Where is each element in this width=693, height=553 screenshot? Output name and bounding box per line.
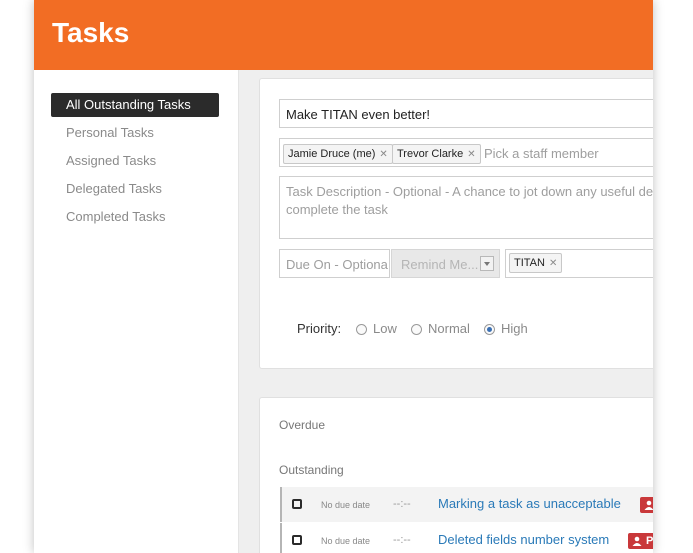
task-row: No due date --:-- Deleted fields number … xyxy=(280,523,653,553)
task-title-link[interactable]: Deleted fields number system xyxy=(438,532,609,547)
task-complete-checkbox[interactable] xyxy=(292,535,302,545)
priority-low-label[interactable]: Low xyxy=(373,321,397,336)
task-title-input[interactable]: Make TITAN even better! xyxy=(279,99,653,128)
close-icon[interactable]: ✕ xyxy=(467,149,475,160)
priority-label: Priority: xyxy=(297,321,342,336)
close-icon[interactable]: ✕ xyxy=(379,149,387,160)
staff-tag: Jamie Druce (me) ✕ xyxy=(283,144,393,164)
sidebar-item-personal[interactable]: Personal Tasks xyxy=(51,121,219,145)
task-due-date: No due date xyxy=(321,536,371,546)
sidebar-item-assigned[interactable]: Assigned Tasks xyxy=(51,149,219,173)
sidebar: All Outstanding Tasks Personal Tasks Ass… xyxy=(34,70,239,553)
staff-picker-placeholder: Pick a staff member xyxy=(484,146,599,161)
staff-tag-label: Trevor Clarke xyxy=(397,148,464,160)
new-task-form: Make TITAN even better! Jamie Druce (me)… xyxy=(259,78,653,369)
outstanding-heading: Outstanding xyxy=(279,463,344,477)
priority-normal-label[interactable]: Normal xyxy=(428,321,470,336)
page-title: Tasks xyxy=(52,17,130,48)
due-date-input[interactable]: Due On - Optiona xyxy=(279,249,390,278)
description-placeholder-line: Task Description - Optional - A chance t… xyxy=(286,184,653,199)
assignee-badge: P xyxy=(628,533,653,549)
task-due-time: --:-- xyxy=(393,498,411,510)
task-due-time: --:-- xyxy=(393,534,411,546)
priority-normal-radio[interactable] xyxy=(411,324,422,335)
priority-low-radio[interactable] xyxy=(356,324,367,335)
app-header: Tasks xyxy=(34,0,653,70)
chevron-down-icon[interactable] xyxy=(480,256,494,271)
staff-tag-label: Jamie Druce (me) xyxy=(288,148,376,160)
main-content: Make TITAN even better! Jamie Druce (me)… xyxy=(239,70,653,553)
project-picker[interactable]: TITAN ✕ xyxy=(505,249,653,278)
tasks-app-window: Tasks All Outstanding Tasks Personal Tas… xyxy=(34,0,653,553)
remind-me-label: Remind Me... xyxy=(401,257,479,272)
task-lists-panel: Overdue Outstanding No due date --:-- Ma… xyxy=(259,397,653,553)
staff-picker[interactable]: Jamie Druce (me) ✕ Trevor Clarke ✕ Pick a … xyxy=(279,138,653,167)
assignee-badge xyxy=(640,497,653,513)
project-tag-label: TITAN xyxy=(514,257,545,269)
task-title-link[interactable]: Marking a task as unacceptable xyxy=(438,496,621,511)
user-icon xyxy=(632,536,642,546)
user-icon xyxy=(644,500,653,510)
sidebar-item-all-outstanding[interactable]: All Outstanding Tasks xyxy=(51,93,219,117)
staff-tag: Trevor Clarke ✕ xyxy=(392,144,481,164)
task-description-field[interactable]: Task Description - Optional - A chance t… xyxy=(279,176,653,239)
due-date-placeholder: Due On - Optiona xyxy=(286,257,388,272)
task-due-date: No due date xyxy=(321,500,371,510)
task-row: No due date --:-- Marking a task as unac… xyxy=(280,487,653,522)
close-icon[interactable]: ✕ xyxy=(549,258,557,269)
sidebar-item-delegated[interactable]: Delegated Tasks xyxy=(51,177,219,201)
sidebar-item-completed[interactable]: Completed Tasks xyxy=(51,205,219,229)
description-placeholder-line: complete the task xyxy=(286,202,388,217)
overdue-heading: Overdue xyxy=(279,418,326,432)
task-complete-checkbox[interactable] xyxy=(292,499,302,509)
remind-me-select[interactable]: Remind Me... xyxy=(391,249,500,278)
priority-high-label[interactable]: High xyxy=(501,321,528,336)
priority-high-radio[interactable] xyxy=(484,324,495,335)
assignee-badge-text: P xyxy=(646,535,653,547)
project-tag: TITAN ✕ xyxy=(509,253,563,273)
